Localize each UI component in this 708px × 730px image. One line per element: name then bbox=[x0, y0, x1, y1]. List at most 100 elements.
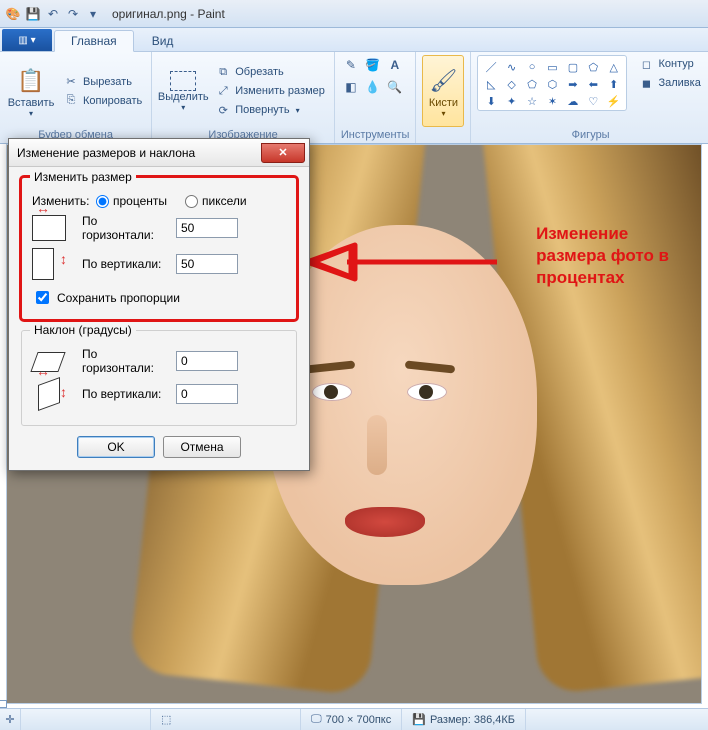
ok-button[interactable]: OK bbox=[77, 436, 155, 458]
shape-roundrect[interactable]: ▢ bbox=[563, 59, 582, 75]
radio-percent-input[interactable] bbox=[96, 195, 109, 208]
shape-oval[interactable]: ○ bbox=[522, 59, 541, 75]
shape-pentagon[interactable]: ⬠ bbox=[522, 76, 541, 92]
zoom-tool[interactable]: 🔍 bbox=[385, 77, 405, 97]
dropdown-icon: ▾ bbox=[29, 109, 33, 118]
tab-main[interactable]: Главная bbox=[54, 30, 134, 52]
cursor-pos-icon: ✛ bbox=[0, 709, 21, 730]
file-tab[interactable]: ▥ ▾ bbox=[2, 29, 52, 51]
horizontal-label: По горизонтали: bbox=[82, 214, 168, 242]
resize-button[interactable]: ⤢Изменить размер bbox=[212, 82, 328, 100]
shape-callout[interactable]: ☁ bbox=[563, 93, 582, 109]
group-tools-label: Инструменты bbox=[341, 127, 410, 141]
copy-icon: ⎘ bbox=[63, 93, 79, 109]
redo-icon[interactable]: ↷ bbox=[64, 5, 82, 23]
cursor-pos bbox=[21, 709, 151, 730]
resize-skew-dialog: Изменение размеров и наклона ✕ Изменить … bbox=[8, 138, 310, 471]
skew-v-label: По вертикали: bbox=[82, 387, 168, 401]
paste-label: Вставить bbox=[8, 97, 55, 109]
shape-hexagon[interactable]: ⬡ bbox=[543, 76, 562, 92]
group-clipboard: 📋 Вставить ▾ ✂Вырезать ⎘Копировать Буфер… bbox=[0, 52, 152, 143]
clipboard-icon: 📋 bbox=[15, 65, 47, 97]
shape-arrow-u[interactable]: ⬆ bbox=[604, 76, 623, 92]
scissors-icon: ✂ bbox=[63, 74, 79, 90]
shape-triangle[interactable]: △ bbox=[604, 59, 623, 75]
resize-fieldset: Изменить размер Изменить: проценты пиксе… bbox=[21, 177, 297, 320]
group-tools: ✎ 🪣 A ◧ 💧 🔍 Инструменты bbox=[335, 52, 417, 143]
group-image: Выделить ▾ ⧉Обрезать ⤢Изменить размер ⟳П… bbox=[152, 52, 335, 143]
fill-icon: ◼ bbox=[638, 75, 654, 91]
crop-icon: ⧉ bbox=[215, 64, 231, 80]
resize-icon: ⤢ bbox=[215, 83, 231, 99]
outline-button[interactable]: ◻Контур bbox=[635, 55, 703, 73]
skew-v-icon: ↕ bbox=[32, 381, 74, 407]
dialog-title: Изменение размеров и наклона bbox=[17, 146, 195, 160]
ribbon-tabs: ▥ ▾ Главная Вид bbox=[0, 28, 708, 52]
resize-legend: Изменить размер bbox=[30, 170, 136, 184]
rotate-icon: ⟳ bbox=[215, 102, 231, 118]
shape-arrow-l[interactable]: ⬅ bbox=[584, 76, 603, 92]
radio-percent[interactable]: проценты bbox=[96, 194, 167, 208]
shape-rect[interactable]: ▭ bbox=[543, 59, 562, 75]
resize-handle[interactable] bbox=[0, 700, 7, 708]
shape-star6[interactable]: ✶ bbox=[543, 93, 562, 109]
outline-icon: ◻ bbox=[638, 56, 654, 72]
brush-icon: 🖌 bbox=[427, 65, 459, 97]
crop-button[interactable]: ⧉Обрезать bbox=[212, 63, 328, 81]
skew-h-label: По горизонтали: bbox=[82, 347, 168, 375]
radio-pixels-input[interactable] bbox=[185, 195, 198, 208]
shape-arrow-r[interactable]: ➡ bbox=[563, 76, 582, 92]
skew-legend: Наклон (градусы) bbox=[30, 323, 136, 337]
shape-curve[interactable]: ∿ bbox=[502, 59, 521, 75]
dialog-titlebar[interactable]: Изменение размеров и наклона ✕ bbox=[9, 139, 309, 167]
status-bar: ✛ ⬚ 🖵700 × 700пкс 💾Размер: 386,4КБ bbox=[0, 708, 708, 730]
paste-button[interactable]: 📋 Вставить ▾ bbox=[6, 55, 56, 127]
select-button[interactable]: Выделить ▾ bbox=[158, 55, 208, 127]
skew-h-input[interactable] bbox=[176, 351, 238, 371]
shape-rtriangle[interactable]: ◺ bbox=[481, 76, 500, 92]
window-title: оригинал.png - Paint bbox=[112, 7, 225, 21]
shape-arrow-d[interactable]: ⬇ bbox=[481, 93, 500, 109]
cancel-button[interactable]: Отмена bbox=[163, 436, 241, 458]
tab-view[interactable]: Вид bbox=[136, 31, 190, 51]
copy-button[interactable]: ⎘Копировать bbox=[60, 92, 145, 110]
app-icon: 🎨 bbox=[4, 5, 22, 23]
text-tool[interactable]: A bbox=[385, 55, 405, 75]
radio-pixels[interactable]: пиксели bbox=[185, 194, 247, 208]
shape-diamond[interactable]: ◇ bbox=[502, 76, 521, 92]
group-brushes: 🖌 Кисти ▾ bbox=[416, 52, 471, 143]
shape-star4[interactable]: ✦ bbox=[502, 93, 521, 109]
group-shapes: ／ ∿ ○ ▭ ▢ ⬠ △ ◺ ◇ ⬠ ⬡ ➡ ⬅ ⬆ ⬇ ✦ ☆ ✶ ☁ ♡ bbox=[471, 52, 708, 143]
select-rect-icon bbox=[170, 71, 196, 91]
shape-heart[interactable]: ♡ bbox=[584, 93, 603, 109]
horizontal-input[interactable] bbox=[176, 218, 238, 238]
file-size: 💾Размер: 386,4КБ bbox=[402, 709, 526, 730]
shape-star5[interactable]: ☆ bbox=[522, 93, 541, 109]
ribbon: 📋 Вставить ▾ ✂Вырезать ⎘Копировать Буфер… bbox=[0, 52, 708, 144]
cut-button[interactable]: ✂Вырезать bbox=[60, 73, 145, 91]
qat-dropdown-icon[interactable]: ▾ bbox=[84, 5, 102, 23]
shapes-gallery[interactable]: ／ ∿ ○ ▭ ▢ ⬠ △ ◺ ◇ ⬠ ⬡ ➡ ⬅ ⬆ ⬇ ✦ ☆ ✶ ☁ ♡ bbox=[477, 55, 627, 111]
fill-tool[interactable]: 🪣 bbox=[363, 55, 383, 75]
shape-line[interactable]: ／ bbox=[481, 59, 500, 75]
rotate-button[interactable]: ⟳Повернуть▾ bbox=[212, 101, 328, 119]
picker-tool[interactable]: 💧 bbox=[363, 77, 383, 97]
vertical-label: По вертикали: bbox=[82, 257, 168, 271]
save-icon[interactable]: 💾 bbox=[24, 5, 42, 23]
eraser-tool[interactable]: ◧ bbox=[341, 77, 361, 97]
dialog-close-button[interactable]: ✕ bbox=[261, 143, 305, 163]
horizontal-resize-icon: ↔ bbox=[32, 215, 74, 241]
selection-size: ⬚ bbox=[151, 709, 301, 730]
shape-bolt[interactable]: ⚡ bbox=[604, 93, 623, 109]
fill-button[interactable]: ◼Заливка bbox=[635, 74, 703, 92]
shape-polygon[interactable]: ⬠ bbox=[584, 59, 603, 75]
skew-v-input[interactable] bbox=[176, 384, 238, 404]
window-titlebar: 🎨 💾 ↶ ↷ ▾ оригинал.png - Paint bbox=[0, 0, 708, 28]
undo-icon[interactable]: ↶ bbox=[44, 5, 62, 23]
pencil-tool[interactable]: ✎ bbox=[341, 55, 361, 75]
vertical-input[interactable] bbox=[176, 254, 238, 274]
dropdown-icon: ▾ bbox=[181, 103, 185, 112]
keep-aspect-checkbox[interactable] bbox=[36, 291, 49, 304]
group-shapes-label: Фигуры bbox=[477, 127, 703, 141]
brushes-button[interactable]: 🖌 Кисти ▾ bbox=[422, 55, 464, 127]
